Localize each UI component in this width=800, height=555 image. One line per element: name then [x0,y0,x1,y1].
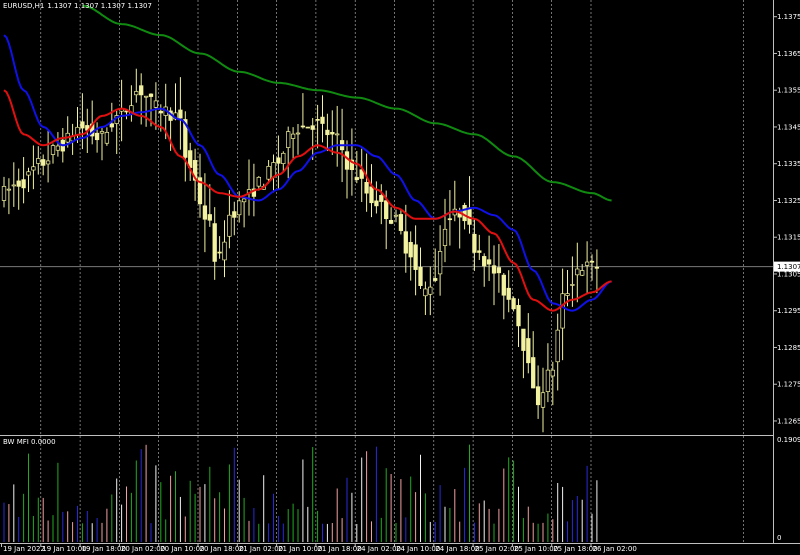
price-axis-label: 1.1365 [777,50,800,58]
candle [305,126,310,129]
price-axis-label: 1.1285 [777,344,800,352]
price-axis-label: 1.1345 [777,123,800,131]
indicator-label: BW MFI 0.0000 [3,438,56,446]
price-axis-label: 1.1355 [777,87,800,95]
price-axis-label: 1.1325 [777,197,800,205]
price-axis-label: 1.1295 [777,307,800,315]
chart-background [0,0,800,555]
price-axis-label: 1.1305 [777,270,800,278]
price-axis-label: 1.1375 [777,13,800,21]
price-axis-label: 1.1315 [777,234,800,242]
chart-symbol-label: EURUSD,H1 1.1307 1.1307 1.1307 1.1307 [3,2,152,10]
price-axis-label: 1.1265 [777,417,800,425]
indicator-scale-bottom: 0 [777,534,781,542]
time-axis[interactable]: 19 Jan 202219 Jan 10:0019 Jan 18:0020 Ja… [1,543,637,553]
current-price-label: 1.1307 [777,263,800,271]
current-price-marker: 1.1307 [774,261,800,272]
time-axis-label: 26 Jan 02:00 [593,545,637,553]
indicator-scale-top: 0.1909 [777,436,800,444]
chart-canvas[interactable]: 1.1375 1.1365 1.1355 1.1345 1.1335 1.1325 1.13… [0,0,800,555]
price-axis-label: 1.1275 [777,381,800,389]
time-axis-label: 19 Jan 2022 [3,545,45,553]
price-axis-label: 1.1335 [777,160,800,168]
